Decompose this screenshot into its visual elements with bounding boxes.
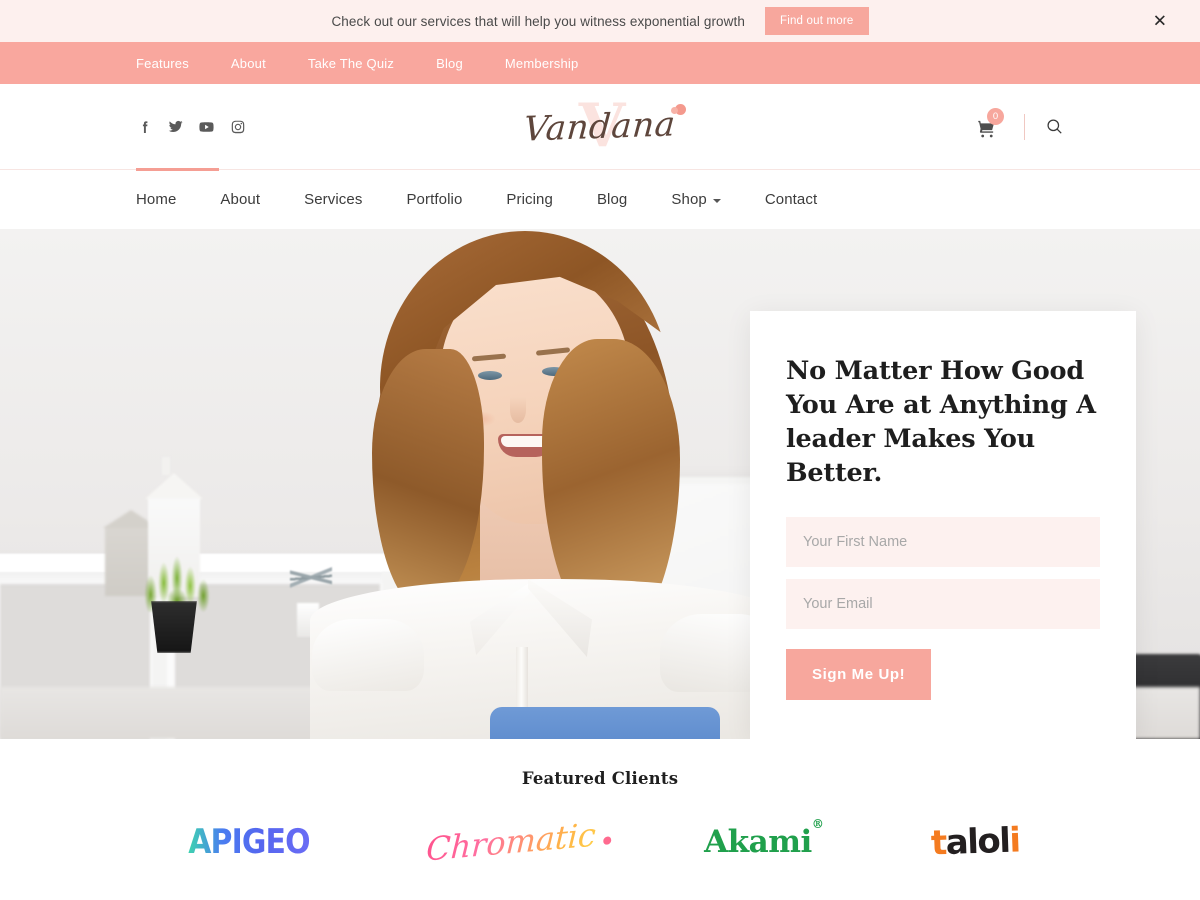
featured-clients-section: Featured Clients APIGEO Chromatic Akami®… [0,739,1200,900]
facebook-icon[interactable] [136,118,153,135]
nav-item-portfolio[interactable]: Portfolio [406,191,462,208]
client-logo-row: APIGEO Chromatic Akami® taloli [0,814,1200,870]
nav-item-shop-label: Shop [671,191,707,208]
person-sleeve-left [312,619,424,691]
flower-icon [671,103,686,115]
nav-item-services[interactable]: Services [304,191,362,208]
main-nav: Home About Services Portfolio Pricing Bl… [136,191,817,208]
close-icon[interactable]: ✕ [1153,13,1167,30]
header-actions: 0 [976,107,1064,140]
chevron-down-icon [712,198,721,203]
twitter-icon[interactable] [167,118,184,135]
first-name-input[interactable] [786,516,1100,567]
nav-item-about-label: About [220,191,261,208]
promo-text: Check out our services that will help yo… [331,13,745,29]
secondary-nav: Features About Take The Quiz Blog Member… [0,42,1200,84]
logo-text: Vandana [522,103,678,150]
instagram-icon[interactable] [229,118,246,135]
apigeo-logo: APIGEO [180,814,318,870]
akami-logo-text: Akami® [704,817,824,860]
nav-item-home-label: Home [136,191,177,208]
nav-item-about[interactable]: About [220,191,260,208]
chromatic-logo-text: Chromatic [425,815,597,869]
nav-item-home[interactable]: Home [136,191,176,208]
promo-bar: Check out our services that will help yo… [0,0,1200,42]
secondary-nav-item-features[interactable]: Features [136,56,189,71]
hero-heading: No Matter How Good You Are at Anything A… [786,356,1096,488]
nav-item-services-label: Services [304,191,363,208]
secondary-nav-item-membership[interactable]: Membership [505,56,579,71]
hero-section: No Matter How Good You Are at Anything A… [0,229,1200,739]
nav-item-portfolio-label: Portfolio [406,191,463,208]
nav-item-contact[interactable]: Contact [765,191,817,208]
chromatic-logo: Chromatic [425,814,597,870]
hero-person [310,229,790,739]
nav-item-blog[interactable]: Blog [597,191,627,208]
person-eye-left [478,371,502,380]
youtube-icon[interactable] [198,118,215,135]
registered-trademark-icon: ® [811,816,824,831]
nav-item-shop[interactable]: Shop [671,191,721,208]
secondary-nav-item-take-the-quiz[interactable]: Take The Quiz [308,56,394,71]
akami-word: Akami [704,824,812,860]
find-out-more-button[interactable]: Find out more [764,7,869,35]
email-input[interactable] [786,578,1100,629]
taloli-logo-text: taloli [930,820,1021,864]
person-nose [510,397,526,423]
active-nav-indicator [136,168,219,171]
signup-card: No Matter How Good You Are at Anything A… [750,311,1136,739]
header-divider [1024,113,1025,140]
person-skirt [490,707,720,739]
nav-item-pricing-label: Pricing [506,191,553,208]
cart-count-badge: 0 [987,107,1004,125]
social-links [136,118,246,135]
nav-item-pricing[interactable]: Pricing [506,191,553,208]
nav-item-contact-label: Contact [764,191,818,208]
search-icon[interactable] [1045,117,1064,136]
brand-header: V Vandana 0 [0,84,1200,169]
featured-clients-title: Featured Clients [521,769,679,788]
nav-item-blog-label: Blog [596,191,628,208]
main-nav-bar: Home About Services Portfolio Pricing Bl… [0,168,1200,229]
cart-button[interactable]: 0 [976,107,1004,140]
apigeo-logo-text: APIGEO [188,822,310,862]
akami-logo: Akami® [704,814,824,870]
secondary-nav-item-about[interactable]: About [231,56,266,71]
secondary-nav-item-blog[interactable]: Blog [436,56,463,71]
taloli-logo: taloli [930,814,1021,870]
sign-me-up-button[interactable]: Sign Me Up! [786,648,932,700]
site-logo[interactable]: V Vandana [500,95,700,158]
